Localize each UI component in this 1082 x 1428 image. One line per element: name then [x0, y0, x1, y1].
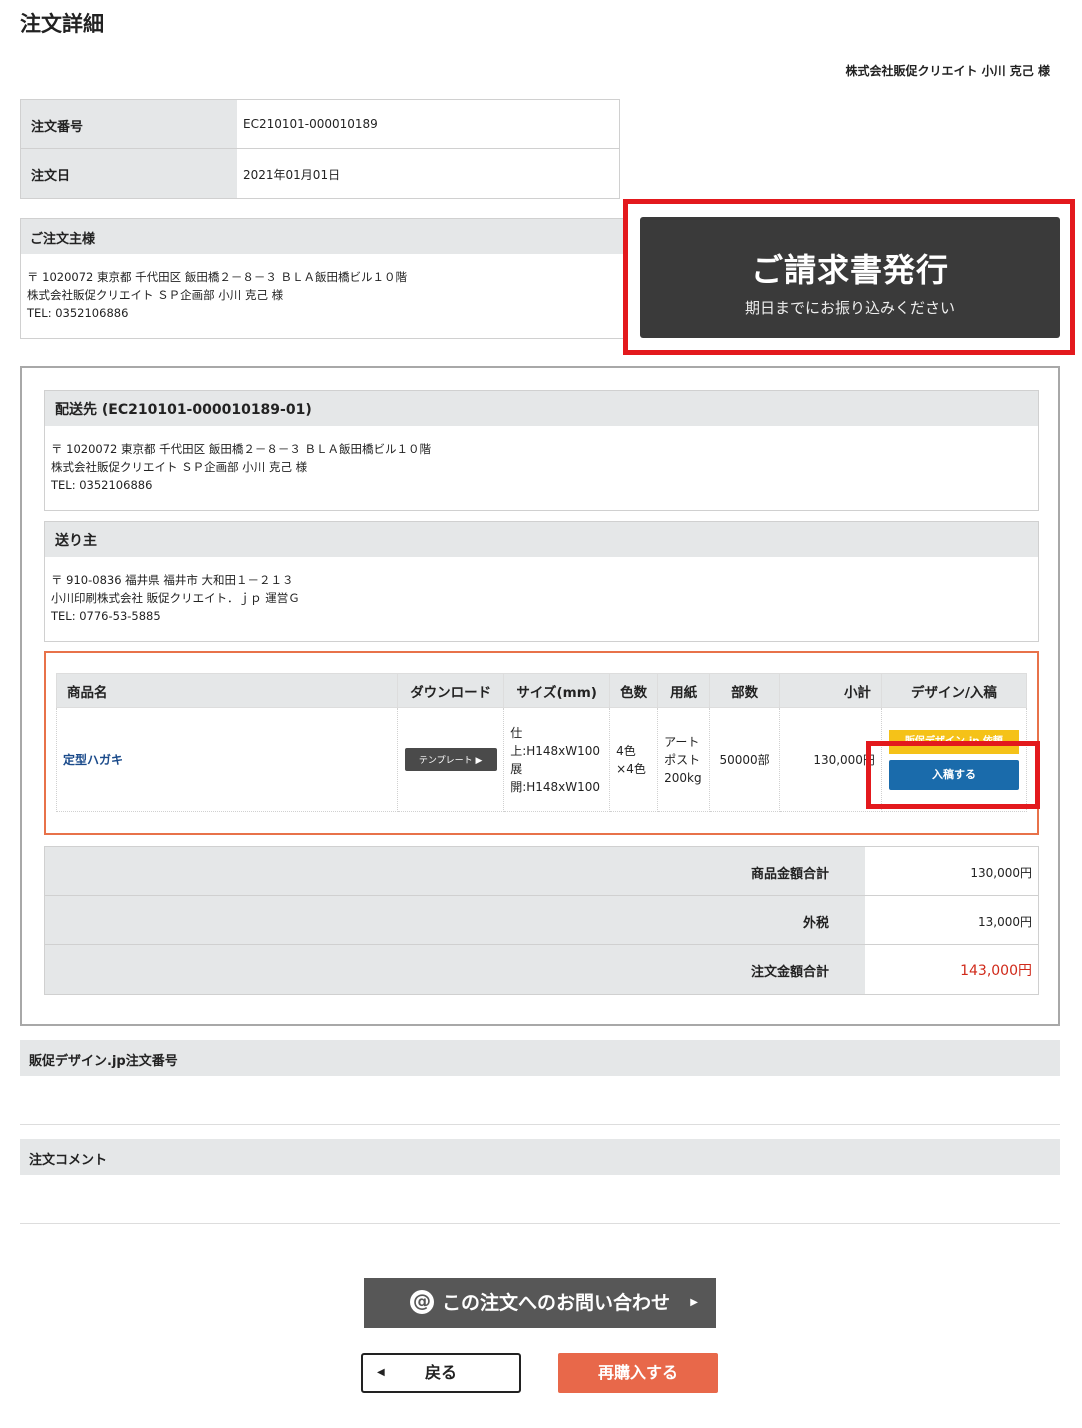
order-number-row: 注文番号 EC210101-000010189	[21, 100, 619, 149]
shipping-line: TEL: 0352106886	[51, 478, 153, 492]
order-date-row: 注文日 2021年01月01日	[21, 149, 619, 198]
col-download: ダウンロード	[397, 673, 505, 708]
total-row: 注文金額合計 143,000円	[45, 945, 1038, 994]
col-subtotal: 小計	[779, 673, 882, 708]
paper-line: ポスト	[664, 752, 701, 767]
invoice-button-subtitle: 期日までにお振り込みください	[744, 299, 955, 317]
sender-address: 〒 910-0836 福井県 福井市 大和田１－２１３ 小川印刷株式会社 販促ク…	[45, 557, 1038, 639]
contact-button[interactable]: @ この注文へのお問い合わせ ▶	[364, 1278, 716, 1328]
tax-value: 13,000円	[978, 915, 1032, 929]
order-number-label: 注文番号	[21, 100, 237, 148]
col-size: サイズ(mm)	[503, 673, 611, 708]
sender-line: TEL: 0776-53-5885	[51, 609, 161, 623]
tax-label: 外税	[45, 896, 865, 944]
total-row: 商品金額合計 130,000円	[45, 847, 1038, 896]
shipping-heading: 配送先 (EC210101-000010189-01)	[45, 391, 1038, 426]
arrow-right-icon: ▶	[690, 1297, 698, 1308]
customer-name: 株式会社販促クリエイト 小川 克己 様	[845, 64, 1050, 78]
issue-invoice-button[interactable]: ご請求書発行 期日までにお振り込みください	[640, 217, 1060, 338]
size-line: 上:H148xW100	[510, 743, 601, 758]
comment-heading: 注文コメント	[20, 1139, 1060, 1175]
colors-line: ×4色	[616, 761, 646, 776]
paper-line: 200kg	[664, 770, 702, 785]
shipping-line: 〒 1020072 東京都 千代田区 飯田橋２－８－３ ＢＬＡ飯田橋ビル１０階	[51, 442, 431, 456]
sender-line: 小川印刷株式会社 販促クリエイト．ｊｐ 運営Ｇ	[51, 591, 300, 605]
divider	[20, 1223, 1060, 1224]
orderer-line: TEL: 0352106886	[27, 306, 129, 320]
at-icon: @	[409, 1289, 434, 1314]
order-total-value: 143,000円	[960, 963, 1032, 979]
col-design-upload: デザイン/入稿	[880, 673, 1028, 708]
divider	[20, 1124, 1060, 1125]
order-total-label: 注文金額合計	[45, 945, 865, 994]
orderer-line: 株式会社販促クリエイト ＳＰ企画部 小川 克己 様	[27, 288, 284, 302]
invoice-button-title: ご請求書発行	[750, 251, 949, 289]
order-date-value: 2021年01月01日	[243, 168, 341, 182]
page-title: 注文詳細	[20, 12, 104, 36]
paper-line: アート	[664, 734, 700, 749]
product-table-header: 商品名 ダウンロード サイズ(mm) 色数 用紙 部数 小計 デザイン/入稿	[55, 673, 1028, 708]
size-line: 仕	[510, 725, 523, 740]
orderer-heading: ご注文主様	[21, 219, 623, 254]
rebuy-button[interactable]: 再購入する	[558, 1353, 718, 1393]
sender-box: 送り主 〒 910-0836 福井県 福井市 大和田１－２１３ 小川印刷株式会社…	[44, 521, 1039, 642]
shipment-container: 配送先 (EC210101-000010189-01) 〒 1020072 東京…	[20, 366, 1060, 1026]
back-button[interactable]: ◀ 戻る	[361, 1353, 521, 1393]
order-number-value: EC210101-000010189	[243, 117, 378, 131]
sender-heading: 送り主	[45, 522, 1038, 557]
shipping-line: 株式会社販促クリエイト ＳＰ企画部 小川 克己 様	[51, 460, 308, 474]
contact-button-label: この注文へのお問い合わせ	[441, 1292, 670, 1314]
colors-line: 4色	[616, 743, 636, 758]
orderer-line: 〒 1020072 東京都 千代田区 飯田橋２－８－３ ＢＬＡ飯田橋ビル１０階	[27, 270, 407, 284]
shipping-box: 配送先 (EC210101-000010189-01) 〒 1020072 東京…	[44, 390, 1039, 511]
sender-line: 〒 910-0836 福井県 福井市 大和田１－２１３	[51, 573, 294, 587]
download-cell: テンプレート ▶	[397, 707, 505, 812]
colors-cell: 4色 ×4色	[609, 707, 659, 812]
orderer-box: ご注文主様 〒 1020072 東京都 千代田区 飯田橋２－８－３ ＢＬＡ飯田橋…	[20, 218, 624, 339]
design-order-heading: 販促デザイン.jp注文番号	[20, 1040, 1060, 1076]
col-product-name: 商品名	[55, 673, 399, 708]
template-download-button[interactable]: テンプレート ▶	[404, 748, 497, 771]
total-row: 外税 13,000円	[45, 896, 1038, 945]
paper-cell: アート ポスト 200kg	[657, 707, 711, 812]
product-total-label: 商品金額合計	[45, 847, 865, 895]
arrow-left-icon: ◀	[377, 1367, 385, 1378]
order-date-label: 注文日	[21, 149, 237, 198]
totals-table: 商品金額合計 130,000円 外税 13,000円 注文金額合計 143,00…	[44, 846, 1039, 995]
col-colors: 色数	[609, 673, 659, 708]
col-quantity: 部数	[709, 673, 781, 708]
product-total-value: 130,000円	[970, 866, 1032, 880]
product-name-link[interactable]: 定型ハガキ	[63, 753, 123, 767]
product-name-cell: 定型ハガキ	[55, 707, 399, 812]
template-button-label: テンプレート	[418, 756, 473, 766]
orderer-address: 〒 1020072 東京都 千代田区 飯田橋２－８－３ ＢＬＡ飯田橋ビル１０階 …	[21, 254, 623, 336]
shipping-address: 〒 1020072 東京都 千代田区 飯田橋２－８－３ ＢＬＡ飯田橋ビル１０階 …	[45, 426, 1038, 508]
col-paper: 用紙	[657, 673, 711, 708]
size-cell: 仕 上:H148xW100 展 開:H148xW100	[503, 707, 611, 812]
order-info-table: 注文番号 EC210101-000010189 注文日 2021年01月01日	[20, 99, 620, 199]
size-line: 開:H148xW100	[510, 779, 601, 794]
quantity-cell: 50000部	[709, 707, 781, 812]
upload-highlight-frame	[866, 741, 1040, 809]
size-line: 展	[510, 761, 523, 776]
back-button-label: 戻る	[424, 1363, 457, 1382]
